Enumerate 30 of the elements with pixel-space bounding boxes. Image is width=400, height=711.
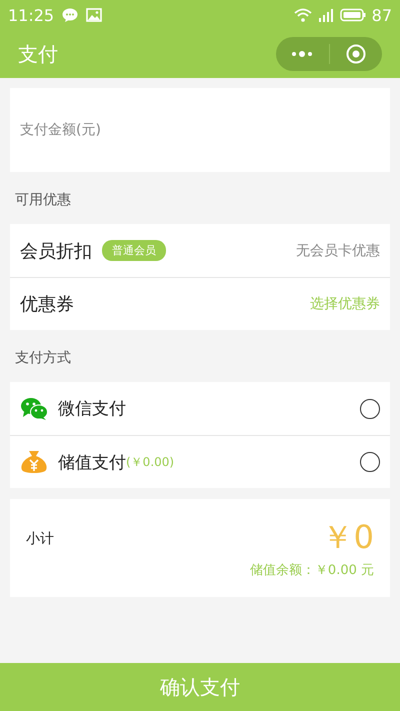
- section-heading: 支付方式: [14, 349, 72, 368]
- battery-level: 87: [372, 6, 392, 24]
- page-title: 支付: [18, 40, 59, 68]
- status-time: 11:25: [8, 6, 54, 24]
- amount-field[interactable]: 支付金额(元): [20, 122, 380, 138]
- row-label: 优惠券: [20, 293, 74, 316]
- battery-icon: [340, 8, 366, 22]
- wifi-icon: [294, 8, 312, 22]
- money-bag-icon: [20, 449, 48, 475]
- row-label: 会员折扣: [20, 240, 92, 262]
- list-row[interactable]: 优惠券 选择优惠券: [10, 277, 390, 330]
- section-heading: 可用优惠: [14, 191, 72, 210]
- row-value: 无会员卡优惠: [296, 242, 380, 260]
- balance-note: (￥0.00): [126, 454, 174, 470]
- signal-icon: [318, 8, 334, 22]
- image-icon: [86, 8, 102, 22]
- target-icon: [346, 44, 366, 64]
- subtotal-label: 小计: [26, 530, 54, 549]
- chat-bubbles-icon: [20, 396, 48, 420]
- list-row[interactable]: 会员折扣 普通会员 无会员卡优惠: [10, 224, 390, 277]
- payment-label: 微信支付: [58, 398, 126, 420]
- total-amount: ￥0: [322, 519, 374, 555]
- payment-option[interactable]: 微信支付: [10, 382, 390, 435]
- balance-text: 储值余额：￥0.00 元: [250, 562, 374, 579]
- member-badge: 普通会员: [102, 240, 166, 261]
- chat-bubble-icon: [62, 8, 78, 22]
- more-icon: [291, 50, 314, 58]
- payment-label: 储值支付: [58, 452, 126, 474]
- radio-button[interactable]: [360, 452, 380, 472]
- radio-button[interactable]: [360, 398, 380, 418]
